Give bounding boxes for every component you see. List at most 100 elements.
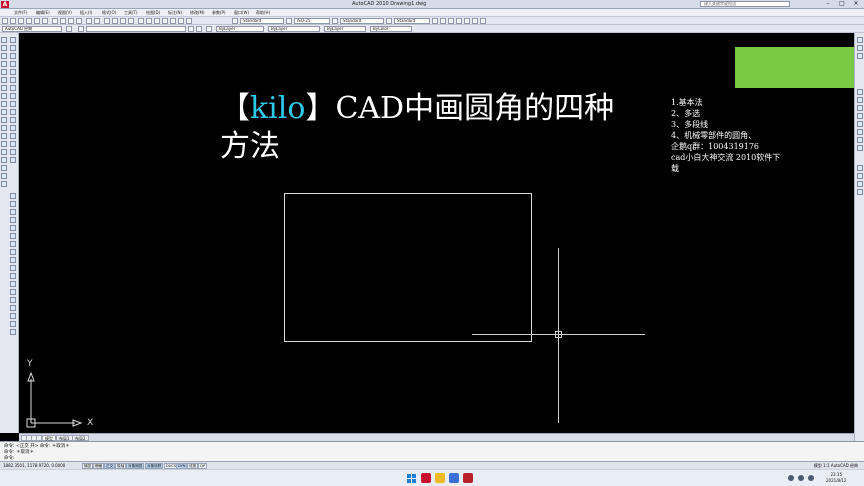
ime-icon[interactable] [808,475,814,481]
explode-icon[interactable] [10,157,16,163]
chamfer-icon[interactable] [10,141,16,147]
dimension-update-icon[interactable] [10,321,16,327]
zoom-window-icon[interactable] [120,18,126,24]
redo-icon[interactable] [94,18,100,24]
layer-palette-icon[interactable] [857,173,863,179]
menu-modify[interactable]: 修改(M) [190,10,205,16]
drawing-area[interactable]: 【kilo】CAD中画圆角的四种方法 1.基本法 2、多选 3、多段线 4、机械… [19,33,854,433]
browser-icon[interactable] [449,473,459,483]
view-top-icon[interactable] [857,129,863,135]
dimension-edit-icon[interactable] [10,313,16,319]
command-window[interactable]: 命令: <正交 开> 命令: ＊取消＊ 命令: ＊取消＊ 命令: [0,441,864,461]
view-iso-icon[interactable] [857,145,863,151]
table-style-select[interactable]: Standard [340,18,384,24]
extend-icon[interactable] [10,117,16,123]
text-style-select[interactable]: Standard [240,18,284,24]
menu-window[interactable]: 窗口(W) [234,10,249,16]
annotation-scale[interactable]: 1:1 [823,463,829,468]
color-select[interactable]: ByLayer [216,26,264,32]
offset-icon[interactable] [10,61,16,67]
dimension-diameter-icon[interactable] [10,233,16,239]
windows-start-icon[interactable] [407,474,416,483]
view-orbit-icon[interactable] [857,105,863,111]
table-icon[interactable] [1,173,7,179]
taskbar-clock[interactable]: 23:15 2021/8/12 [826,472,847,484]
properties-icon[interactable] [138,18,144,24]
layer-properties-icon[interactable] [78,26,84,32]
render-icon-7[interactable] [480,18,486,24]
sheet-set-icon[interactable] [162,18,168,24]
match-properties-icon[interactable] [76,18,82,24]
mirror-icon[interactable] [10,53,16,59]
plotstyle-select[interactable]: ByColor [370,26,412,32]
dimension-continue-icon[interactable] [10,265,16,271]
layer-state-icon[interactable] [206,26,212,32]
menu-help[interactable]: 帮助(H) [256,10,270,16]
dimension-linear-icon[interactable] [10,193,16,199]
gradient-icon[interactable] [1,157,7,163]
network-icon[interactable] [788,475,794,481]
snap-midpoint-icon[interactable] [857,45,863,51]
new-icon[interactable] [2,18,8,24]
erase-icon[interactable] [10,37,16,43]
autocad-logo-icon[interactable]: A [1,1,9,8]
center-mark-icon[interactable] [10,289,16,295]
pan-icon[interactable] [104,18,110,24]
quick-dimension-icon[interactable] [10,249,16,255]
menu-dimension[interactable]: 标注(N) [168,10,182,16]
quickcalc-icon[interactable] [178,18,184,24]
menu-file[interactable]: 文件(F) [14,10,27,16]
dimension-aligned-icon[interactable] [10,201,16,207]
jogged-linear-icon[interactable] [10,305,16,311]
view-showmotion-icon[interactable] [857,113,863,119]
inspection-icon[interactable] [10,297,16,303]
view-front-icon[interactable] [857,137,863,143]
render-icon-3[interactable] [448,18,454,24]
rectangle-icon[interactable] [1,69,7,75]
arc-icon[interactable] [1,77,7,83]
help-icon[interactable] [186,18,192,24]
view-zoom-icon[interactable] [857,97,863,103]
polygon-icon[interactable] [1,61,7,67]
tolerance-icon[interactable] [10,281,16,287]
workspace-select[interactable]: AutoCAD 经典 [2,26,62,32]
preview-icon[interactable] [34,18,40,24]
dimension-radius-icon[interactable] [10,225,16,231]
view-pan-icon[interactable] [857,89,863,95]
make-current-layer-icon[interactable] [188,26,194,32]
quick-select-icon[interactable] [857,189,863,195]
trim-icon[interactable] [10,109,16,115]
copy-object-icon[interactable] [10,45,16,51]
menu-view[interactable]: 视图(V) [58,10,72,16]
menu-parametric[interactable]: 参数(P) [212,10,226,16]
line-icon[interactable] [1,37,7,43]
publish-icon[interactable] [42,18,48,24]
region-icon[interactable] [1,165,7,171]
mtext-icon[interactable] [1,181,7,187]
revision-cloud-icon[interactable] [1,93,7,99]
hatch-icon[interactable] [1,149,7,155]
tool-palettes-icon[interactable] [154,18,160,24]
point-icon[interactable] [1,141,7,147]
menu-edit[interactable]: 编辑(E) [36,10,50,16]
menu-draw[interactable]: 绘图(D) [146,10,160,16]
render-icon-1[interactable] [432,18,438,24]
snap-endpoint-icon[interactable] [857,37,863,43]
workspace-switch[interactable]: AutoCAD 经典 [831,463,858,468]
close-button[interactable]: ✕ [850,0,862,8]
drawn-rectangle[interactable] [284,193,532,342]
cursor-coordinates[interactable]: 1882.3501, 1178.9720, 0.0000 [3,463,65,468]
minimize-button[interactable]: – [822,0,834,8]
volume-icon[interactable] [798,475,804,481]
layer-select[interactable] [86,26,186,32]
render-icon-5[interactable] [464,18,470,24]
render-icon-4[interactable] [456,18,462,24]
insert-block-icon[interactable] [1,125,7,131]
zoom-realtime-icon[interactable] [112,18,118,24]
render-icon-6[interactable] [472,18,478,24]
menu-tools[interactable]: 工具(T) [124,10,138,16]
render-icon-2[interactable] [440,18,446,24]
rotate-icon[interactable] [10,85,16,91]
construction-line-icon[interactable] [1,45,7,51]
autocad-taskbar-icon[interactable] [421,473,431,483]
